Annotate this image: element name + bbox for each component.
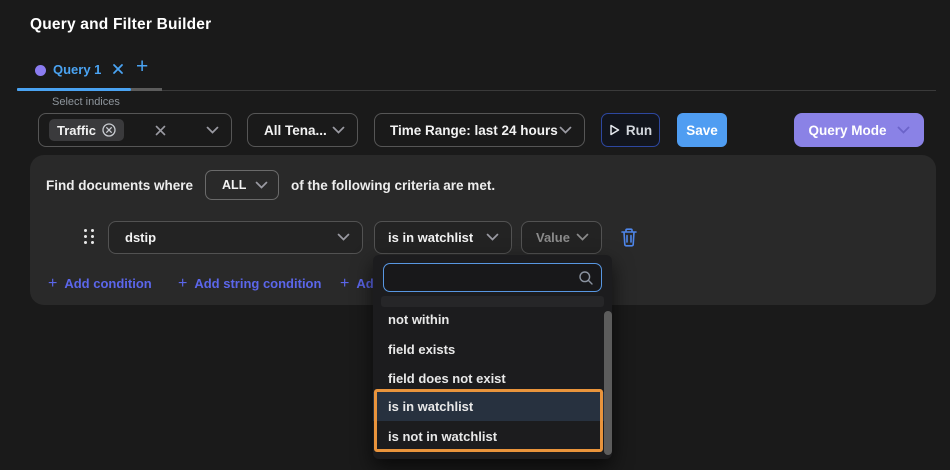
tab-underline-grey [131, 88, 162, 91]
match-operator-value: ALL [222, 178, 246, 192]
add-third-link-partial[interactable]: + Ad [340, 276, 374, 291]
operator-dropdown: not within field exists field does not e… [373, 255, 612, 459]
dropdown-item-selected[interactable]: is in watchlist [373, 392, 604, 421]
save-button[interactable]: Save [677, 113, 727, 147]
chip-remove-icon[interactable] [102, 123, 116, 137]
dropdown-search-input[interactable] [384, 264, 578, 291]
dropdown-item[interactable]: not within [373, 305, 604, 334]
query-mode-button[interactable]: Query Mode [794, 113, 924, 147]
condition-operator-value: is in watchlist [388, 230, 473, 245]
query-tab-status-dot [35, 65, 46, 76]
dropdown-item[interactable]: field exists [373, 335, 604, 364]
dropdown-item-label: is not in watchlist [388, 429, 497, 444]
chevron-down-icon [576, 233, 589, 242]
find-suffix-text: of the following criteria are met. [291, 178, 495, 193]
plus-icon: + [178, 277, 187, 290]
chevron-down-icon [337, 233, 350, 242]
add-string-condition-link[interactable]: + Add string condition [178, 276, 321, 291]
dropdown-item-label: is in watchlist [388, 399, 473, 414]
dropdown-item[interactable]: is not in watchlist [373, 422, 604, 450]
chevron-down-icon [255, 181, 268, 190]
add-condition-link[interactable]: + Add condition [48, 276, 152, 291]
dropdown-search-box[interactable] [383, 263, 602, 292]
condition-value-placeholder: Value [536, 230, 570, 245]
dropdown-item-label: field exists [388, 342, 455, 357]
save-button-label: Save [686, 123, 718, 138]
drag-handle-icon[interactable] [84, 229, 94, 244]
indices-chip[interactable]: Traffic [49, 119, 124, 141]
delete-condition-icon[interactable] [619, 227, 639, 248]
run-button-label: Run [626, 123, 652, 138]
dropdown-item-label: field does not exist [388, 371, 506, 386]
match-operator-select[interactable]: ALL [205, 170, 279, 200]
chevron-down-icon [332, 126, 345, 135]
add-tab-button[interactable]: + [136, 55, 148, 79]
time-range-value: Time Range: last 24 hours [390, 123, 558, 138]
add-condition-label: Add condition [64, 276, 151, 291]
condition-operator-select[interactable]: is in watchlist [374, 221, 512, 254]
play-icon [609, 124, 620, 136]
plus-icon: + [340, 277, 349, 290]
add-third-label: Ad [356, 276, 373, 291]
dropdown-item[interactable]: field does not exist [373, 364, 604, 393]
run-button[interactable]: Run [601, 113, 660, 147]
query-mode-label: Query Mode [808, 123, 886, 138]
dropdown-scrollbar-thumb[interactable] [604, 311, 612, 455]
chevron-down-icon [206, 126, 219, 135]
tab-close-icon[interactable] [112, 63, 124, 75]
tenant-select[interactable]: All Tena... [247, 113, 358, 147]
indices-select[interactable]: Traffic [38, 113, 232, 147]
find-prefix-text: Find documents where [46, 178, 193, 193]
tenant-select-value: All Tena... [264, 123, 327, 138]
plus-icon: + [48, 277, 57, 290]
select-indices-label: Select indices [52, 96, 120, 108]
indices-chip-label: Traffic [57, 123, 96, 138]
condition-value-select[interactable]: Value [521, 221, 602, 254]
clear-selection-icon[interactable] [154, 124, 167, 137]
add-string-condition-label: Add string condition [194, 276, 321, 291]
condition-field-select[interactable]: dstip [108, 221, 363, 254]
query-filter-builder-app: Query and Filter Builder Query 1 + Selec… [0, 0, 950, 470]
search-icon [578, 270, 594, 286]
find-documents-row: Find documents where ALL of the followin… [46, 170, 495, 200]
dropdown-item-label: not within [388, 312, 449, 327]
tab-query-1[interactable]: Query 1 [53, 62, 101, 77]
time-range-select[interactable]: Time Range: last 24 hours [374, 113, 585, 147]
chevron-down-icon [486, 233, 499, 242]
condition-field-value: dstip [125, 230, 156, 245]
chevron-down-icon [897, 126, 910, 135]
page-title: Query and Filter Builder [30, 16, 211, 34]
active-tab-underline [17, 88, 131, 91]
chevron-down-icon [559, 126, 572, 135]
